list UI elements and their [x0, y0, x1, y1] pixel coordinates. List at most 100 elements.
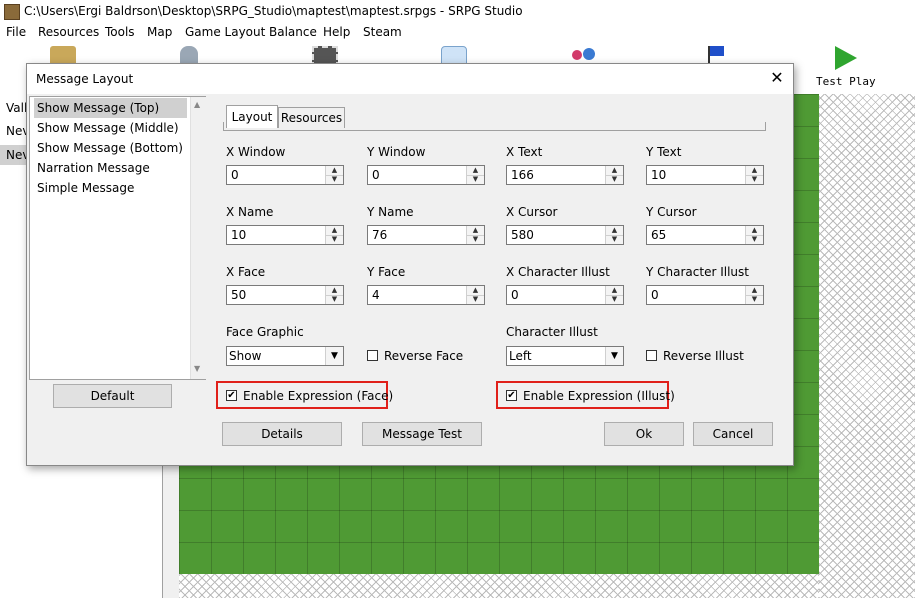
cancel-button[interactable]: Cancel: [693, 422, 773, 446]
menu-tools[interactable]: Tools: [105, 25, 135, 39]
y-window-label: Y Window: [367, 145, 426, 159]
character-illust-select[interactable]: Left ▼: [506, 346, 624, 366]
x-face-value[interactable]: 50: [231, 288, 246, 302]
y-name-spinner[interactable]: 76 ▲ ▼: [367, 225, 485, 245]
face-graphic-label: Face Graphic: [226, 325, 304, 339]
y-character-illust-spinner[interactable]: 0 ▲ ▼: [646, 285, 764, 305]
decrement-icon[interactable]: ▼: [467, 295, 484, 304]
decrement-icon[interactable]: ▼: [606, 175, 623, 184]
x-text-label: X Text: [506, 145, 543, 159]
list-item[interactable]: Narration Message: [34, 158, 187, 178]
ok-button[interactable]: Ok: [604, 422, 684, 446]
y-text-spinner[interactable]: 10 ▲ ▼: [646, 165, 764, 185]
y-name-value[interactable]: 76: [372, 228, 387, 242]
y-cursor-spinner[interactable]: 65 ▲ ▼: [646, 225, 764, 245]
tab-layout[interactable]: Layout: [226, 105, 278, 128]
reverse-illust-label[interactable]: Reverse Illust: [663, 349, 744, 363]
x-window-value[interactable]: 0: [231, 168, 239, 182]
list-scrollbar[interactable]: ▲ ▼: [190, 97, 206, 379]
decrement-icon[interactable]: ▼: [746, 175, 763, 184]
x-window-spinner[interactable]: 0 ▲ ▼: [226, 165, 344, 185]
tab-resources[interactable]: Resources: [278, 107, 345, 128]
list-item[interactable]: Simple Message: [34, 178, 187, 198]
x-text-spinner[interactable]: 166 ▲ ▼: [506, 165, 624, 185]
x-cursor-spinner[interactable]: 580 ▲ ▼: [506, 225, 624, 245]
dialog-title: Message Layout: [36, 72, 134, 86]
menu-help[interactable]: Help: [323, 25, 350, 39]
window-title: C:\Users\Ergi Baldrson\Desktop\SRPG_Stud…: [24, 4, 523, 18]
x-character-illust-value[interactable]: 0: [511, 288, 519, 302]
y-face-spinner[interactable]: 4 ▲ ▼: [367, 285, 485, 305]
face-graphic-select[interactable]: Show ▼: [226, 346, 344, 366]
map-out-of-bounds-bottom: [179, 574, 819, 598]
scroll-up-icon[interactable]: ▲: [194, 100, 200, 109]
y-name-label: Y Name: [367, 205, 414, 219]
y-face-value[interactable]: 4: [372, 288, 380, 302]
x-cursor-label: X Cursor: [506, 205, 558, 219]
enable-expression-face-label[interactable]: Enable Expression (Face): [243, 389, 393, 403]
enable-expression-face-checkbox[interactable]: ✔: [226, 390, 237, 401]
x-name-spinner[interactable]: 10 ▲ ▼: [226, 225, 344, 245]
chevron-down-icon[interactable]: ▼: [325, 347, 343, 365]
default-button[interactable]: Default: [53, 384, 172, 408]
face-graphic-value[interactable]: Show: [229, 349, 261, 363]
window-titlebar: C:\Users\Ergi Baldrson\Desktop\SRPG_Stud…: [0, 0, 915, 23]
message-test-button[interactable]: Message Test: [362, 422, 482, 446]
x-character-illust-label: X Character Illust: [506, 265, 610, 279]
test-play-label[interactable]: Test Play: [816, 75, 876, 88]
x-name-value[interactable]: 10: [231, 228, 246, 242]
character-illust-label: Character Illust: [506, 325, 598, 339]
y-face-label: Y Face: [367, 265, 406, 279]
map-out-of-bounds: [819, 94, 915, 598]
list-item[interactable]: Show Message (Top): [34, 98, 187, 118]
list-item[interactable]: Show Message (Bottom): [34, 138, 187, 158]
decrement-icon[interactable]: ▼: [746, 235, 763, 244]
reverse-face-label[interactable]: Reverse Face: [384, 349, 463, 363]
menu-resources[interactable]: Resources: [38, 25, 99, 39]
y-cursor-label: Y Cursor: [646, 205, 697, 219]
enable-expression-illust-label[interactable]: Enable Expression (Illust): [523, 389, 675, 403]
y-window-value[interactable]: 0: [372, 168, 380, 182]
y-character-illust-value[interactable]: 0: [651, 288, 659, 302]
scroll-down-icon[interactable]: ▼: [194, 364, 200, 373]
decrement-icon[interactable]: ▼: [467, 175, 484, 184]
decrement-icon[interactable]: ▼: [326, 175, 343, 184]
reverse-illust-checkbox[interactable]: [646, 350, 657, 361]
x-window-label: X Window: [226, 145, 286, 159]
decrement-icon[interactable]: ▼: [746, 295, 763, 304]
x-text-value[interactable]: 166: [511, 168, 534, 182]
menu-map[interactable]: Map: [147, 25, 172, 39]
decrement-icon[interactable]: ▼: [606, 295, 623, 304]
x-face-spinner[interactable]: 50 ▲ ▼: [226, 285, 344, 305]
chevron-down-icon[interactable]: ▼: [605, 347, 623, 365]
reverse-face-checkbox[interactable]: [367, 350, 378, 361]
y-text-value[interactable]: 10: [651, 168, 666, 182]
app-icon: [4, 4, 20, 20]
y-character-illust-label: Y Character Illust: [646, 265, 749, 279]
close-icon[interactable]: ✕: [767, 68, 787, 88]
menu-game-layout[interactable]: Game Layout: [185, 25, 265, 39]
y-text-label: Y Text: [646, 145, 682, 159]
y-cursor-value[interactable]: 65: [651, 228, 666, 242]
menu-bar: File Resources Tools Map Game Layout Bal…: [0, 23, 915, 42]
message-layout-dialog: Message Layout ✕ Show Message (Top) Show…: [26, 63, 794, 466]
character-illust-value[interactable]: Left: [509, 349, 532, 363]
decrement-icon[interactable]: ▼: [606, 235, 623, 244]
y-window-spinner[interactable]: 0 ▲ ▼: [367, 165, 485, 185]
menu-steam[interactable]: Steam: [363, 25, 402, 39]
play-icon[interactable]: [835, 46, 857, 70]
decrement-icon[interactable]: ▼: [467, 235, 484, 244]
menu-file[interactable]: File: [6, 25, 26, 39]
x-name-label: X Name: [226, 205, 274, 219]
details-button[interactable]: Details: [222, 422, 342, 446]
list-item[interactable]: Show Message (Middle): [34, 118, 187, 138]
dialog-titlebar: Message Layout ✕: [27, 64, 793, 94]
decrement-icon[interactable]: ▼: [326, 235, 343, 244]
menu-balance[interactable]: Balance: [269, 25, 317, 39]
decrement-icon[interactable]: ▼: [326, 295, 343, 304]
x-character-illust-spinner[interactable]: 0 ▲ ▼: [506, 285, 624, 305]
x-face-label: X Face: [226, 265, 266, 279]
x-cursor-value[interactable]: 580: [511, 228, 534, 242]
enable-expression-illust-checkbox[interactable]: ✔: [506, 390, 517, 401]
message-type-list[interactable]: Show Message (Top) Show Message (Middle)…: [29, 96, 206, 380]
